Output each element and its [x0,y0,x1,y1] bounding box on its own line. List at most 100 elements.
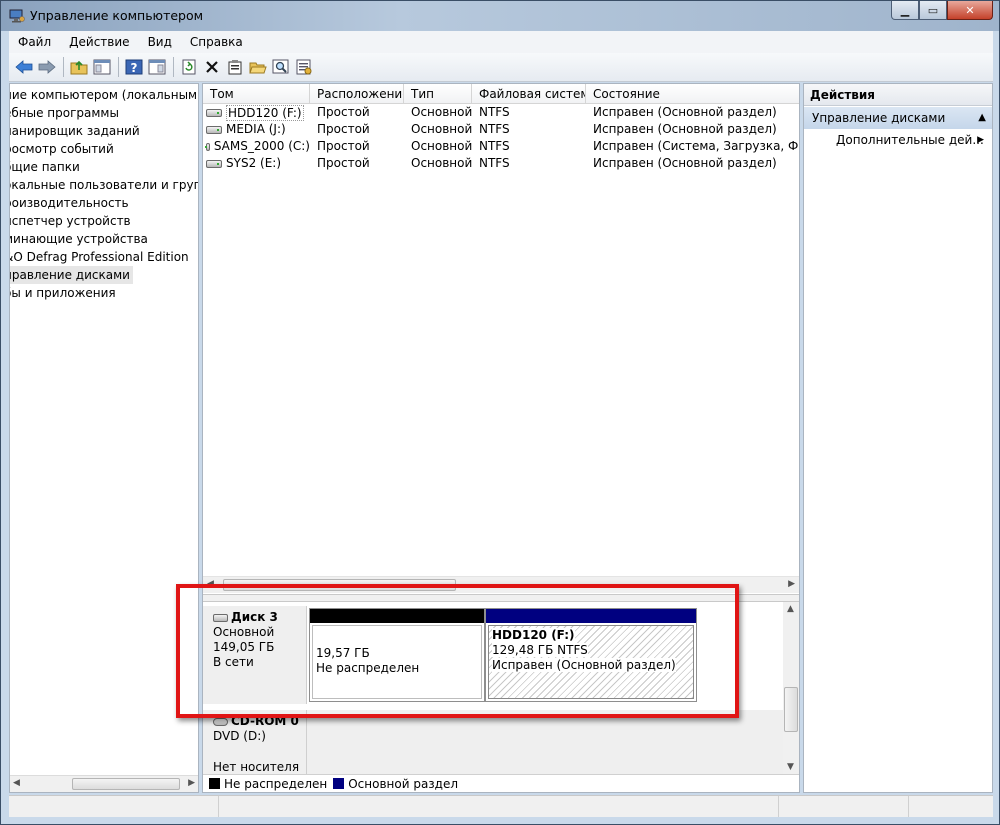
highlight-annotation-box [176,584,739,718]
table-row[interactable]: MEDIA (J:) Простой Основной NTFS Исправе… [203,121,799,138]
actions-section-label: Управление дисками [812,111,946,125]
disk-label[interactable]: CD-ROM 0 DVD (D:) Нет носителя [203,710,307,774]
status-cell: Исправен (Система, Загрузка, Файл п [593,139,799,153]
menu-help[interactable]: Справка [181,35,252,49]
tree-item-device-manager[interactable]: испетчер устройств [9,212,198,230]
status-pane [779,796,909,817]
properties-button[interactable] [224,56,246,78]
tree-horizontal-scrollbar[interactable]: ◀ ▶ [10,775,198,792]
volume-cell: MEDIA (J:) [203,121,310,138]
table-row[interactable]: HDD120 (F:) Простой Основной NTFS Исправ… [203,104,799,121]
scrollbar-thumb[interactable] [72,778,180,790]
filesystem-cell: NTFS [479,105,510,119]
scrollbar-thumb[interactable] [784,687,798,732]
status-pane [219,796,779,817]
volume-cell: SYS2 (E:) [203,155,310,172]
disk-partitions [307,710,783,774]
tree-item-label: минающие устройства [9,232,148,246]
open-button[interactable] [247,56,269,78]
refresh-button[interactable] [178,56,200,78]
scroll-down-icon[interactable]: ▼ [787,762,794,772]
menu-view[interactable]: Вид [139,35,181,49]
window-title: Управление компьютером [30,8,204,23]
tree-item-performance[interactable]: роизводительность [9,194,198,212]
legend: Не распределен Основной раздел [203,774,799,792]
drive-icon [206,108,222,117]
actions-header: Действия [804,84,992,106]
tree-item-label: ние компьютером (локальным) [9,88,199,102]
tree-item-disk-management[interactable]: правление дисками [10,266,133,284]
column-header-status[interactable]: Состояние [586,84,799,104]
tree-item-root[interactable]: ние компьютером (локальным) [9,86,199,104]
computer-management-icon [9,9,25,23]
type-cell: Основной [411,122,472,136]
table-row[interactable]: SAMS_2000 (C:) Простой Основной NTFS Исп… [203,138,799,155]
column-header-volume[interactable]: Том [203,84,310,104]
tree-item-label: &O Defrag Professional Edition [9,250,189,264]
column-header-type[interactable]: Тип [404,84,472,104]
scroll-up-icon[interactable]: ▲ [787,604,794,614]
tree-item-label: ебные программы [9,106,119,120]
close-button[interactable]: ✕ [947,1,993,20]
export-list-icon [296,59,312,75]
tree-item-label: роизводительность [9,196,129,210]
column-header-layout[interactable]: Расположение [310,84,404,104]
cd-rom-icon [213,717,228,726]
tree-item-services[interactable]: бы и приложения [10,284,198,302]
show-action-pane-button[interactable] [146,56,168,78]
tree-item-local-users[interactable]: окальные пользователи и группы [9,176,198,194]
help-button[interactable]: ? [123,56,145,78]
show-hide-tree-button[interactable] [91,56,113,78]
svg-text:?: ? [131,61,138,75]
forward-button[interactable] [36,56,58,78]
maximize-icon: ▭ [927,3,939,17]
filesystem-cell: NTFS [479,156,510,170]
tree-item-label: испетчер устройств [9,214,131,228]
search-button[interactable] [270,56,292,78]
actions-pane: Действия Управление дисками ▲ Дополнител… [803,83,993,793]
maximize-button[interactable]: ▭ [919,1,947,20]
tree-item-system-tools[interactable]: ебные программы [9,104,198,122]
help-icon: ? [125,59,143,75]
export-list-button[interactable] [293,56,315,78]
folder-up-icon [70,60,88,75]
drive-icon [204,142,210,151]
menu-file[interactable]: Файл [9,35,60,49]
drive-icon [206,125,222,134]
action-more-actions[interactable]: Дополнительные дей... ▶ [804,129,992,151]
drive-icon [206,159,222,168]
tree-item-shared-folders[interactable]: бщие папки [9,158,198,176]
scroll-right-icon[interactable]: ▶ [188,778,195,788]
volume-cell: SAMS_2000 (C:) [203,138,310,155]
submenu-arrow-icon: ▶ [977,135,984,145]
delete-x-icon [206,61,218,73]
delete-button[interactable] [201,56,223,78]
toolbar: ? [9,53,993,82]
layout-cell: Простой [317,156,370,170]
minimize-button[interactable]: ▁ [891,1,919,20]
table-row[interactable]: SYS2 (E:) Простой Основной NTFS Исправен… [203,155,799,172]
collapse-up-icon[interactable]: ▲ [978,107,986,129]
tree-item-label: окальные пользователи и группы [9,178,198,192]
filesystem-cell: NTFS [479,122,510,136]
tree-item-storage[interactable]: минающие устройства [9,230,198,248]
disk-map-vertical-scrollbar[interactable]: ▲ ▼ [783,602,799,774]
tree-item-event-viewer[interactable]: росмотр событий [10,140,198,158]
column-header-filesystem[interactable]: Файловая система [472,84,586,104]
tree-item-label: бщие папки [9,160,80,174]
back-button[interactable] [13,56,35,78]
volume-name: SAMS_2000 (C:) [213,139,310,153]
up-level-button[interactable] [68,56,90,78]
magnifier-icon [272,59,289,74]
scroll-right-icon[interactable]: ▶ [788,579,795,589]
menu-action[interactable]: Действие [60,35,138,49]
tree-item-task-scheduler[interactable]: ланировщик заданий [10,122,198,140]
title-bar[interactable]: Управление компьютером ▁ ▭ ✕ [1,1,999,31]
scroll-left-icon[interactable]: ◀ [13,778,20,788]
type-cell: Основной [411,139,472,153]
console-tree-icon [93,59,111,75]
tree-item-defrag[interactable]: &O Defrag Professional Edition [9,248,198,266]
actions-section-disk-management[interactable]: Управление дисками ▲ [804,107,992,129]
disk-type: DVD (D:) [213,729,266,743]
console-tree-panel: ние компьютером (локальным) ебные програ… [9,83,199,793]
